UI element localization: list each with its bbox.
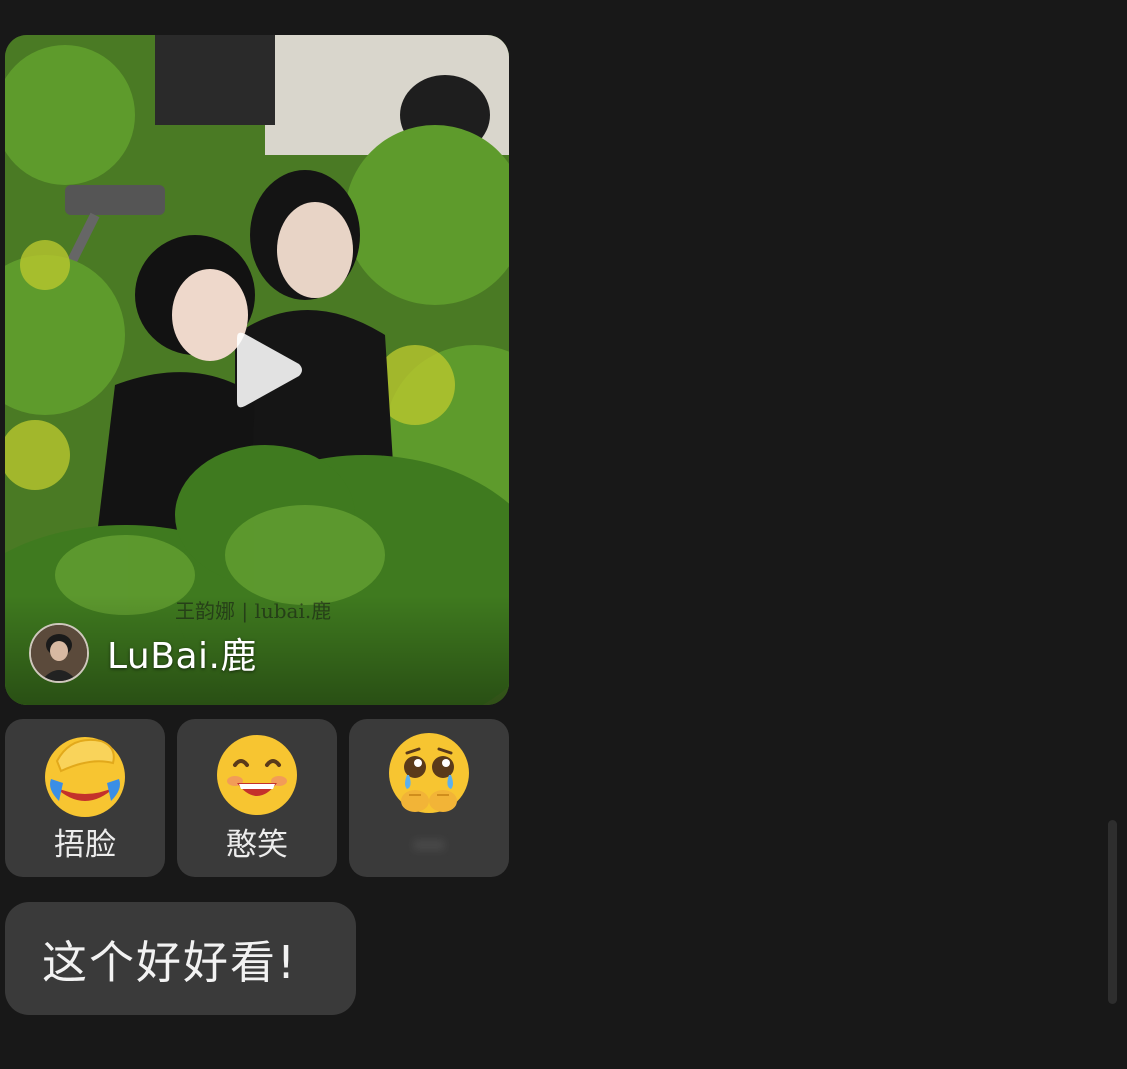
reaction-bar: 捂脸 憨笑 … — [5, 719, 509, 877]
reaction-grin[interactable]: 憨笑 — [177, 719, 337, 877]
reaction-grin-label: 憨笑 — [226, 827, 288, 863]
avatar[interactable] — [29, 623, 89, 683]
author-name[interactable]: LuBai.鹿 — [107, 627, 257, 679]
author-info[interactable]: LuBai.鹿 — [29, 621, 257, 685]
reaction-facepalm-label: 捂脸 — [54, 827, 116, 863]
grin-emoji-icon — [217, 735, 297, 815]
play-icon[interactable] — [225, 330, 305, 410]
reaction-teary[interactable]: … — [349, 719, 509, 877]
teary-eyes-emoji-icon — [389, 733, 469, 813]
video-card[interactable]: 王韵娜 | lubai.鹿 LuBai.鹿 — [5, 35, 509, 705]
reaction-teary-label: … — [413, 819, 445, 855]
chat-message-bubble[interactable]: 这个好好看! — [5, 902, 356, 1015]
reaction-facepalm[interactable]: 捂脸 — [5, 719, 165, 877]
facepalm-emoji-icon — [45, 737, 125, 817]
message-text: 这个好好看! — [42, 936, 298, 989]
watermark-text: 王韵娜 | lubai.鹿 — [175, 599, 332, 623]
scrollbar[interactable] — [1108, 820, 1117, 1004]
